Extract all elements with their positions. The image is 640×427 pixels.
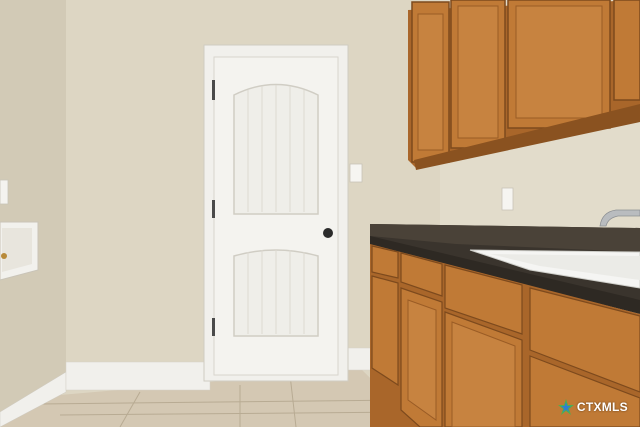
- hinge-bottom: [212, 318, 215, 336]
- back-baseboard-left: [65, 361, 211, 391]
- ctxmls-star-icon: [557, 399, 574, 415]
- upper-cabinet-door-4: [613, 0, 640, 101]
- laundry-room-photo: CTXMLS: [0, 0, 640, 427]
- watermark-brand-text: CTXMLS: [576, 400, 628, 414]
- left-wall: [0, 0, 66, 415]
- wall-outlet-left: [0, 179, 9, 205]
- base-cabinet-door-1: [371, 275, 399, 387]
- ctxmls-watermark: CTXMLS: [557, 399, 628, 415]
- doorknob: [323, 228, 333, 238]
- hinge-top: [212, 80, 215, 100]
- upper-cabinet-door-2-panel: [457, 5, 499, 139]
- upper-cabinet-door-1-panel: [417, 13, 444, 151]
- wall-outlet-right: [501, 187, 514, 211]
- hinge-middle: [212, 200, 215, 218]
- drawer-1: [371, 245, 399, 279]
- back-baseboard-right: [345, 347, 375, 371]
- scene-illustration: [0, 0, 640, 427]
- light-switch: [349, 163, 363, 183]
- upper-cabinet-door-3-panel: [515, 5, 603, 119]
- washer-valve: [1, 253, 7, 259]
- base-cabinet-door-2-panel: [407, 299, 437, 421]
